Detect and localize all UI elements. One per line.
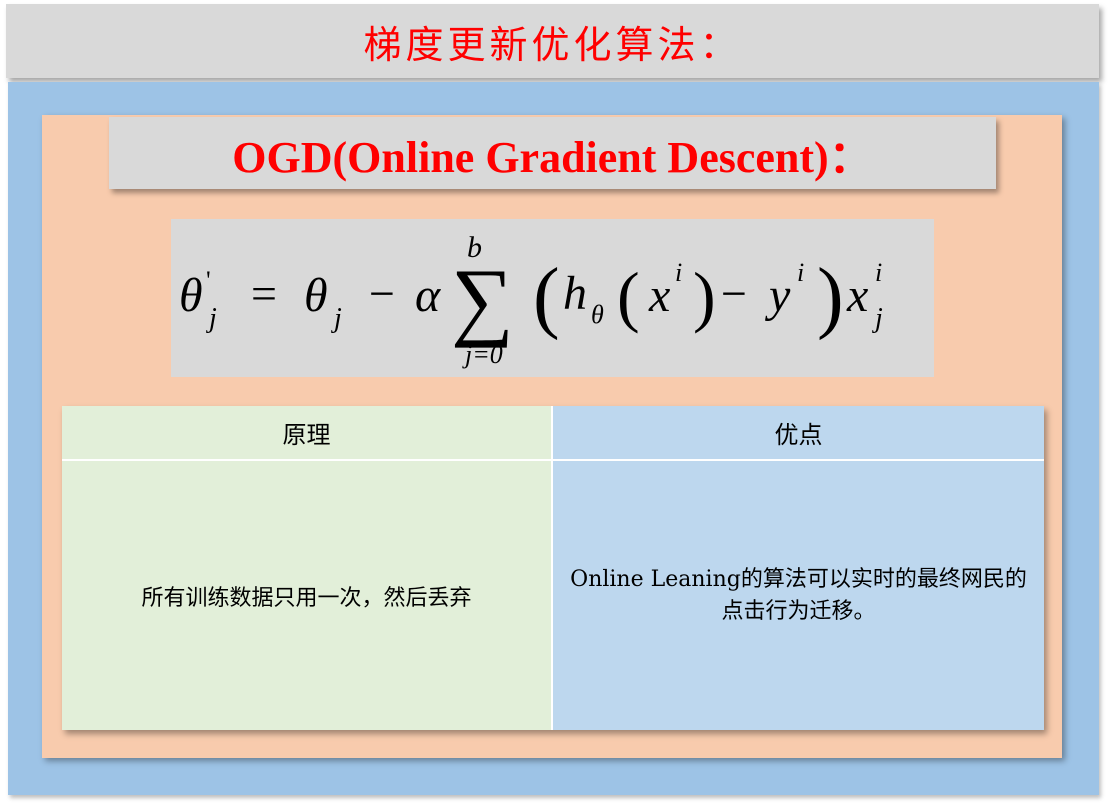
table-cell-advantage: Online Leaning的算法可以实时的最终网民的点击行为迁移。 <box>553 461 1044 730</box>
formula-rparen-outer: ) <box>817 253 844 341</box>
formula-box: θ ' j = θ j − α b ∑ j=0 ( h θ ( x i ) − … <box>171 219 934 377</box>
formula-y-sup-i: i <box>797 258 804 287</box>
formula-theta-lhs: θ <box>179 269 203 322</box>
formula-minus-2: − <box>721 268 747 319</box>
formula-sub-j-1: j <box>206 303 217 334</box>
formula-x-final-sup-i: i <box>875 258 882 287</box>
formula-minus-1: − <box>369 268 395 319</box>
formula-alpha: α <box>415 269 441 322</box>
slide-title-bar: 梯度更新优化算法： <box>6 4 1099 78</box>
formula-y: y <box>764 269 791 322</box>
table-header-advantage: 优点 <box>553 406 1044 461</box>
table-header-principle: 原理 <box>62 406 553 461</box>
table-cell-principle: 所有训练数据只用一次，然后丢弃 <box>62 461 553 730</box>
formula-sum-lower: j=0 <box>462 340 503 369</box>
formula-sub-j-2: j <box>331 303 342 334</box>
formula-prime: ' <box>206 266 211 295</box>
formula-h-sub-theta: θ <box>591 300 604 329</box>
subtitle-text: OGD(Online Gradient Descent)： <box>232 133 873 182</box>
formula-x-sup-i: i <box>675 258 682 287</box>
formula-rparen-inner: ) <box>693 258 716 334</box>
formula-equals: = <box>251 268 277 319</box>
formula-x: x <box>648 269 670 322</box>
formula-x-final-sub-j: j <box>872 303 883 334</box>
formula-h: h <box>563 267 587 320</box>
formula-sigma: ∑ <box>451 252 514 349</box>
formula-x-final: x <box>846 269 868 322</box>
subtitle-bar: OGD(Online Gradient Descent)： <box>109 117 996 189</box>
comparison-table: 原理 优点 所有训练数据只用一次，然后丢弃 Online Leaning的算法可… <box>62 406 1044 730</box>
formula-lparen-inner: ( <box>617 258 640 334</box>
formula-lparen-outer: ( <box>533 253 560 341</box>
formula-equation: θ ' j = θ j − α b ∑ j=0 ( h θ ( x i ) − … <box>179 231 883 369</box>
slide-title: 梯度更新优化算法： <box>363 22 742 67</box>
formula-theta-rhs: θ <box>304 269 328 322</box>
